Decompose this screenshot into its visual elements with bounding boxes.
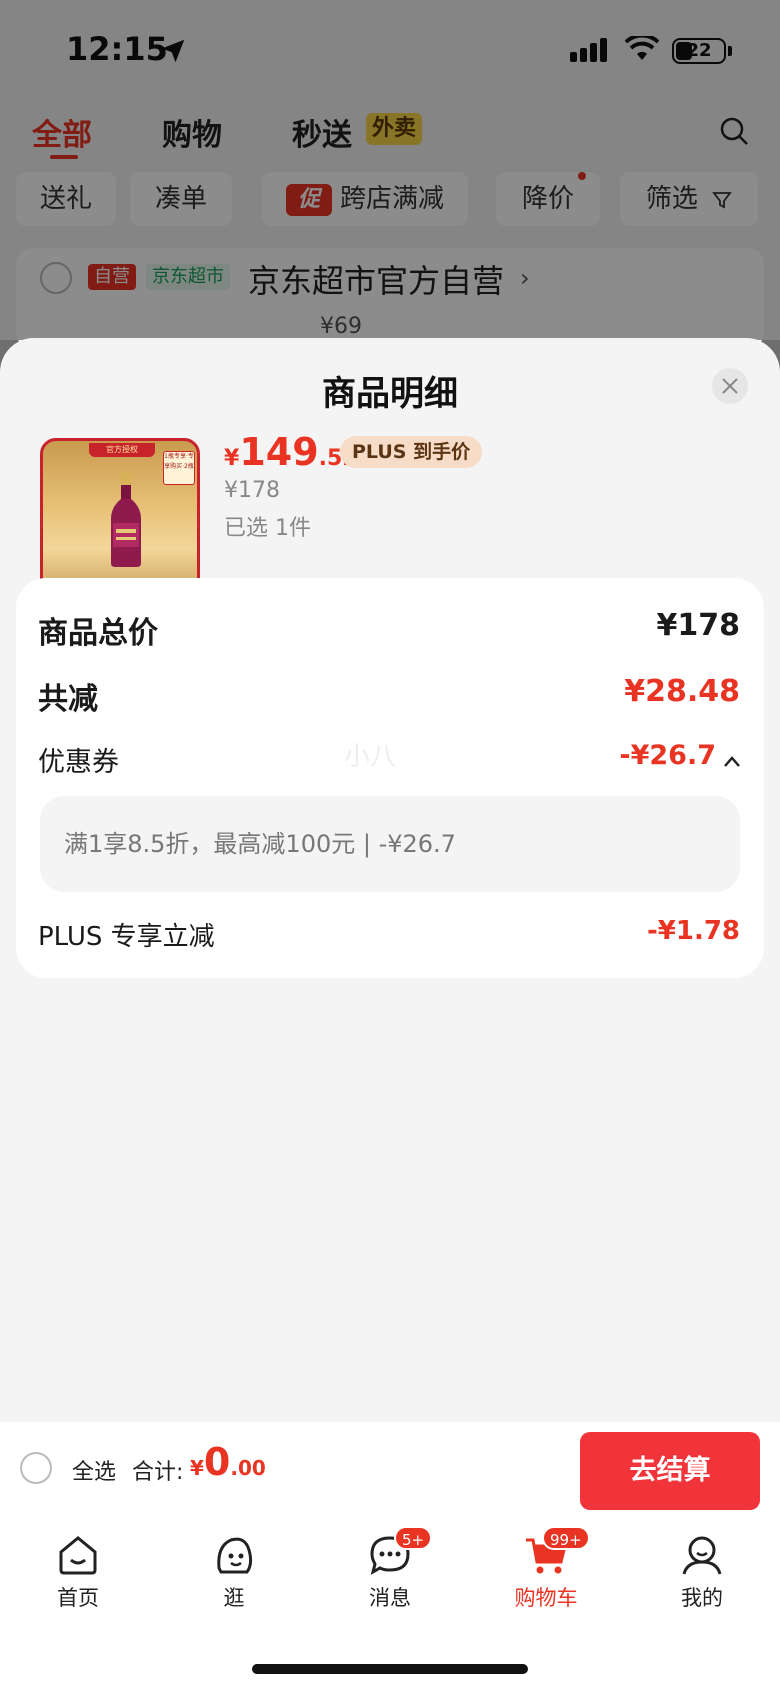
product-image: 官方授权 1瓶专享·专享购买·2瓶: [40, 438, 200, 598]
close-icon: [722, 378, 738, 394]
plus-price: ¥149.52: [224, 430, 358, 474]
checkout-bar: 全选 合计: ¥0.00 去结算: [0, 1422, 780, 1518]
tab-me[interactable]: 我的: [642, 1532, 762, 1622]
select-all-checkbox[interactable]: [20, 1452, 52, 1484]
image-badge: 1瓶专享·专享购买·2瓶: [163, 451, 195, 485]
close-button[interactable]: [712, 368, 748, 404]
total-label: 合计:: [132, 1460, 184, 1485]
cart-badge: 99+: [542, 1526, 590, 1550]
tab-cart[interactable]: 购物车 99+: [486, 1526, 606, 1622]
discount-value: ¥28.48: [624, 674, 740, 709]
chevron-up-icon[interactable]: [722, 752, 742, 772]
plus-discount-label: PLUS 专享立减: [38, 922, 215, 952]
tab-messages[interactable]: 消息 5+: [330, 1526, 450, 1622]
browse-face-icon: [217, 1537, 253, 1574]
total-price-label: 商品总价: [38, 616, 158, 651]
cart-total: ¥0.00: [190, 1440, 266, 1484]
original-price: ¥178: [224, 478, 280, 503]
home-icon: [59, 1536, 97, 1575]
checkout-button[interactable]: 去结算: [580, 1432, 760, 1510]
home-indicator: [252, 1664, 528, 1674]
total-price-value: ¥178: [656, 608, 741, 643]
coupon-detail: 满1享8.5折，最高减100元 | -¥26.7: [40, 796, 740, 892]
discount-label: 共减: [38, 682, 98, 717]
messages-badge: 5+: [394, 1526, 433, 1550]
price-detail-card: 商品总价 ¥178 共减 ¥28.48 小八 优惠券 -¥26.7 满1享8.5…: [16, 578, 764, 978]
coupon-label: 优惠券: [38, 747, 119, 778]
selected-count: 已选 1件: [224, 516, 311, 541]
image-banner: 官方授权: [89, 443, 155, 457]
tab-bar: 首页 逛 消息 5+ 购物车 99+ 我的: [0, 1518, 780, 1688]
bottle-icon: [111, 471, 141, 567]
coupon-value[interactable]: -¥26.7: [619, 740, 716, 771]
user-icon: [682, 1536, 722, 1575]
sheet-title: 商品明细: [322, 374, 458, 414]
plus-price-tag: PLUS 到手价: [340, 436, 483, 468]
modal-overlay[interactable]: [0, 0, 780, 340]
tab-home[interactable]: 首页: [18, 1532, 138, 1622]
watermark: 小八: [344, 742, 397, 772]
select-all-label[interactable]: 全选: [72, 1454, 116, 1486]
tab-browse[interactable]: 逛: [174, 1532, 294, 1622]
plus-discount-value: -¥1.78: [646, 916, 740, 946]
